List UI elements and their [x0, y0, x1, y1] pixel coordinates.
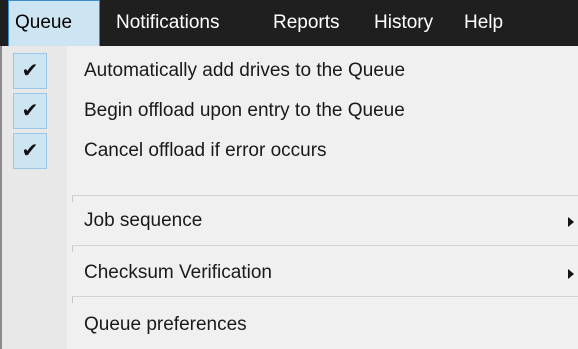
checkmark-icon: ✔ — [13, 133, 47, 169]
submenu-arrow-icon — [568, 217, 574, 227]
menu-separator-tick — [72, 246, 73, 252]
menu-item-label: Cancel offload if error occurs — [84, 140, 327, 161]
menu-bar: Queue Notifications Reports History Help — [0, 0, 578, 46]
menu-item-queue-preferences[interactable]: Queue preferences — [2, 306, 578, 344]
menu-separator — [72, 195, 578, 196]
menu-item-label: Checksum Verification — [84, 262, 272, 283]
menu-separator — [72, 296, 578, 297]
menu-separator — [72, 245, 578, 246]
menu-help[interactable]: Help — [458, 0, 509, 46]
menu-notifications[interactable]: Notifications — [110, 0, 226, 46]
submenu-arrow-icon — [568, 269, 574, 279]
menu-queue[interactable]: Queue — [8, 0, 100, 46]
menu-item-label: Automatically add drives to the Queue — [84, 60, 406, 81]
menu-item-begin-offload[interactable]: ✔ Begin offload upon entry to the Queue — [2, 92, 578, 130]
checkmark-icon: ✔ — [13, 53, 47, 89]
menu-history[interactable]: History — [368, 0, 439, 46]
menu-item-cancel-offload[interactable]: ✔ Cancel offload if error occurs — [2, 132, 578, 170]
menu-reports[interactable]: Reports — [267, 0, 346, 46]
menu-item-checksum-verification[interactable]: Checksum Verification — [2, 254, 578, 292]
menu-item-label: Queue preferences — [84, 314, 247, 335]
checkmark-icon: ✔ — [13, 93, 47, 129]
menu-item-label: Begin offload upon entry to the Queue — [84, 100, 405, 121]
menu-item-job-sequence[interactable]: Job sequence — [2, 202, 578, 240]
menu-item-auto-add-drives[interactable]: ✔ Automatically add drives to the Queue — [2, 52, 578, 90]
menu-item-label: Job sequence — [84, 210, 203, 231]
menu-separator-tick — [72, 297, 73, 303]
queue-dropdown-menu: ✔ Automatically add drives to the Queue … — [0, 46, 578, 349]
